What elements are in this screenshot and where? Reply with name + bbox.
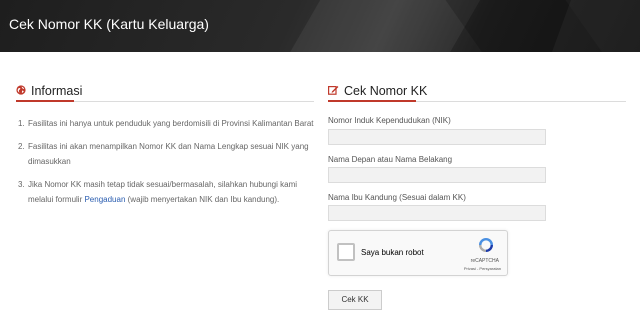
title-underline <box>328 100 416 102</box>
header-banner: Cek Nomor KK (Kartu Keluarga) <box>0 0 640 52</box>
list-item: 2. Fasilitas ini akan menampilkan Nomor … <box>18 142 309 166</box>
globe-icon <box>16 84 26 98</box>
name-label: Nama Depan atau Nama Belakang <box>328 155 453 164</box>
mother-name-label: Nama Ibu Kandung (Sesuai dalam KK) <box>328 193 466 202</box>
list-item: 3. Jika Nomor KK masih tetap tidak sesua… <box>18 180 298 204</box>
check-kk-button[interactable]: Cek KK <box>328 290 382 310</box>
recaptcha-label: Saya bukan robot <box>361 248 424 257</box>
form-panel-title: Cek Nomor KK <box>328 84 427 98</box>
info-list: 1. Fasilitas ini hanya untuk penduduk ya… <box>18 116 318 215</box>
list-item: 1. Fasilitas ini hanya untuk penduduk ya… <box>18 119 314 128</box>
info-title-label: Informasi <box>31 84 83 98</box>
recaptcha-icon <box>477 236 495 259</box>
recaptcha-checkbox[interactable] <box>337 243 355 261</box>
title-underline <box>16 100 74 102</box>
edit-icon <box>328 84 339 98</box>
recaptcha-widget: Saya bukan robot reCAPTCHA Privasi - Per… <box>328 230 508 276</box>
name-input[interactable] <box>328 167 546 183</box>
mother-name-input[interactable] <box>328 205 546 221</box>
recaptcha-links[interactable]: Privasi - Persyaratan <box>464 266 501 271</box>
recaptcha-brand: reCAPTCHA <box>470 258 499 264</box>
complaint-link[interactable]: Pengaduan <box>84 195 125 204</box>
info-panel-title: Informasi <box>16 84 82 98</box>
nik-label: Nomor Induk Kependudukan (NIK) <box>328 116 451 125</box>
page-title: Cek Nomor KK (Kartu Keluarga) <box>9 16 209 32</box>
form-title-label: Cek Nomor KK <box>344 84 428 98</box>
nik-input[interactable] <box>328 129 546 145</box>
